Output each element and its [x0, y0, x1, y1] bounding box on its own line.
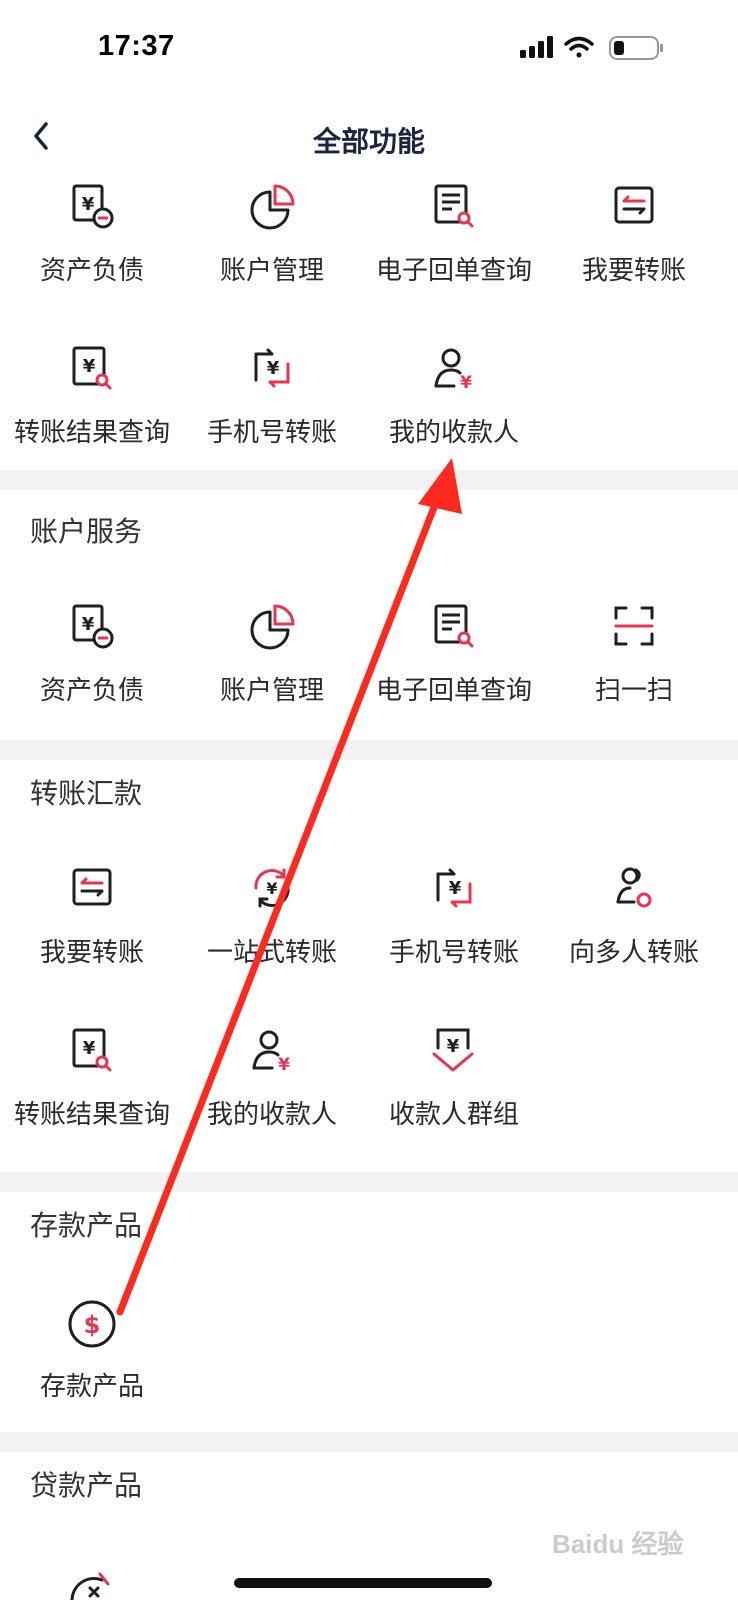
grid-item-label: 我要转账: [581, 256, 686, 286]
transfer-result-search-icon: ¥: [72, 1028, 112, 1072]
grid-item-label: 收款人群组: [388, 1100, 519, 1130]
svg-text:¥: ¥: [460, 373, 472, 393]
page-title: 全部功能: [312, 125, 425, 158]
grid-item-label: 账户管理: [219, 676, 324, 706]
nav-bar: 全部功能: [0, 100, 738, 180]
grid-item-phone-transfer[interactable]: ¥ 手机号转账: [180, 342, 364, 482]
grid-item-one-stop-transfer[interactable]: ¥ 一站式转账: [180, 862, 364, 1002]
svg-text:¥: ¥: [447, 1036, 460, 1057]
grid-item-label: 存款产品: [39, 1372, 144, 1402]
loan-product-icon[interactable]: [62, 1556, 122, 1600]
svg-text:¥: ¥: [449, 878, 462, 899]
svg-text:¥: ¥: [83, 356, 96, 377]
payee-group-icon: ¥: [432, 1028, 474, 1072]
section-account-services: 账户服务 ¥ 资产负债 账户管理 电子回单查询 扫一扫: [0, 490, 738, 740]
svg-text:¥: ¥: [267, 358, 280, 379]
svg-text:¥: ¥: [82, 194, 95, 215]
grid-item-label: 电子回单查询: [375, 256, 532, 286]
pie-chart-icon: [250, 184, 295, 230]
grid-item-account-management[interactable]: 账户管理: [180, 180, 364, 320]
section-divider: [0, 740, 738, 760]
grid-item-label: 转账结果查询: [13, 418, 170, 448]
top-function-section: ¥ 资产负债 账户管理 电子回单查询 我要转账 ¥ 转账结果查询 ¥ 手机号转账…: [0, 180, 738, 470]
section-title: 存款产品: [30, 1209, 143, 1242]
grid-item-label: 手机号转账: [206, 418, 337, 448]
grid-item-multi-transfer[interactable]: 向多人转账: [542, 862, 726, 1002]
grid-item-label: 资产负债: [39, 256, 144, 286]
payee-icon: ¥: [252, 1030, 290, 1075]
grid-item-label: 扫一扫: [594, 676, 673, 706]
section-title: 转账汇款: [30, 777, 143, 810]
grid-item-transfer[interactable]: 我要转账: [0, 862, 184, 1002]
grid-item-payee-group[interactable]: ¥ 收款人群组: [362, 1024, 546, 1164]
grid-item-deposit-products[interactable]: $ 存款产品: [0, 1296, 184, 1436]
transfer-icon: [72, 868, 112, 906]
asset-liability-icon: ¥: [72, 184, 114, 229]
grid-item-transfer-result-query[interactable]: ¥ 转账结果查询: [0, 1024, 184, 1164]
svg-text:¥: ¥: [278, 1055, 290, 1075]
signal-icon: [520, 36, 553, 58]
battery-icon: [609, 36, 663, 60]
scan-icon: [614, 606, 654, 646]
svg-text:$: $: [84, 1311, 101, 1339]
grid-item-account-management[interactable]: 账户管理: [180, 600, 364, 740]
status-time: 17:37: [98, 30, 175, 62]
status-bar: 17:37: [0, 0, 738, 100]
deposit-coin-icon: $: [68, 1300, 116, 1348]
asset-liability-icon: ¥: [72, 604, 114, 649]
section-title: 贷款产品: [30, 1469, 143, 1502]
grid-item-e-receipt-query[interactable]: 电子回单查询: [362, 600, 546, 740]
grid-item-label: 账户管理: [219, 256, 324, 286]
watermark: Baidu 经验: [552, 1529, 684, 1559]
grid-item-label: 我的收款人: [206, 1100, 337, 1130]
grid-item-label: 转账结果查询: [13, 1100, 170, 1130]
receipt-search-icon: [434, 184, 474, 228]
section-deposit-products: 存款产品 $ 存款产品: [0, 1192, 738, 1440]
payee-icon: ¥: [434, 348, 472, 393]
grid-item-label: 向多人转账: [568, 938, 699, 968]
section-divider: [0, 1172, 738, 1192]
grid-item-my-payee[interactable]: ¥ 我的收款人: [362, 342, 546, 482]
svg-text:¥: ¥: [266, 879, 277, 898]
section-transfer-remittance: 转账汇款 我要转账 ¥ 一站式转账 ¥ 手机号转账 向多人转账 ¥ 转账结果查询…: [0, 760, 738, 1180]
grid-item-scan[interactable]: 扫一扫: [542, 600, 726, 740]
section-divider: [0, 1432, 738, 1452]
grid-item-transfer-result-query[interactable]: ¥ 转账结果查询: [0, 342, 184, 482]
grid-item-phone-transfer[interactable]: ¥ 手机号转账: [362, 862, 546, 1002]
status-icons: [520, 36, 663, 60]
one-stop-transfer-icon: ¥: [254, 868, 290, 908]
phone-transfer-icon: ¥: [436, 868, 472, 908]
home-indicator[interactable]: [234, 1578, 492, 1588]
grid-item-label: 我要转账: [39, 938, 144, 968]
phone-transfer-icon: ¥: [254, 348, 290, 388]
grid-item-transfer[interactable]: 我要转账: [542, 180, 726, 320]
section-divider: [0, 470, 738, 490]
pie-chart-icon: [250, 604, 295, 650]
grid-item-label: 一站式转账: [206, 938, 337, 968]
svg-text:¥: ¥: [83, 1038, 96, 1059]
grid-item-label: 手机号转账: [388, 938, 519, 968]
wifi-icon: [564, 36, 594, 58]
multi-payee-transfer-icon: [616, 867, 652, 908]
grid-item-label: 资产负债: [39, 676, 144, 706]
grid-item-my-payee[interactable]: ¥ 我的收款人: [180, 1024, 364, 1164]
svg-text:¥: ¥: [82, 614, 95, 635]
grid-item-label: 电子回单查询: [375, 676, 532, 706]
grid-item-e-receipt-query[interactable]: 电子回单查询: [362, 180, 546, 320]
grid-item-asset-liability[interactable]: ¥ 资产负债: [0, 600, 184, 740]
grid-item-asset-liability[interactable]: ¥ 资产负债: [0, 180, 184, 320]
transfer-result-search-icon: ¥: [72, 346, 112, 390]
receipt-search-icon: [434, 604, 474, 648]
transfer-icon: [614, 186, 654, 224]
section-title: 账户服务: [30, 515, 143, 548]
grid-item-label: 我的收款人: [388, 418, 519, 448]
